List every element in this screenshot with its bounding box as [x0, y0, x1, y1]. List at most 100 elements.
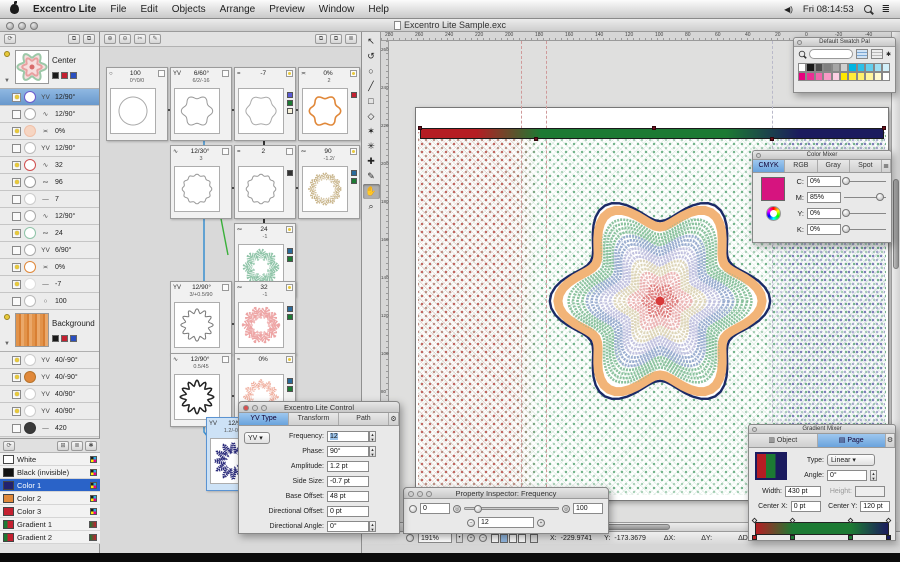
- field-value[interactable]: 48 pt: [327, 491, 369, 502]
- node-panel[interactable]: ∿12/30°3: [170, 145, 232, 219]
- tab-spot[interactable]: Spot: [850, 160, 882, 172]
- grid-view-button[interactable]: [871, 49, 883, 59]
- current-color-swatch[interactable]: [761, 177, 785, 201]
- node-color-badge[interactable]: [351, 170, 357, 176]
- layer-visibility-checkbox[interactable]: [12, 356, 21, 365]
- layer-visibility-checkbox[interactable]: [12, 161, 21, 170]
- menu-item-preview[interactable]: Preview: [269, 4, 305, 15]
- dialog-zoom-button[interactable]: [426, 491, 432, 497]
- node-color-badge[interactable]: [287, 378, 293, 384]
- tab-cmyk[interactable]: CMYK: [753, 160, 785, 172]
- node-panel[interactable]: YV12/90°3/+0.5/90: [170, 281, 232, 355]
- layer-row[interactable]: YV40/90°: [0, 386, 99, 403]
- gradient-stop-handle[interactable]: [886, 535, 891, 540]
- swatch-cell[interactable]: [823, 63, 831, 72]
- group-header-background[interactable]: ▼Background: [0, 310, 99, 352]
- node-panel[interactable]: ∿12/90°0.5/45: [170, 353, 232, 427]
- ellipse-tool[interactable]: ◇: [363, 109, 380, 124]
- layer-row[interactable]: YV40/-90°: [0, 369, 99, 386]
- node-toolbar-button[interactable]: ⊕: [104, 34, 116, 44]
- colors-toolbar-button[interactable]: ⟳: [3, 441, 15, 451]
- swatch-cell[interactable]: [806, 72, 814, 81]
- gradient-stop-handle[interactable]: [752, 535, 757, 540]
- layer-visibility-checkbox[interactable]: [12, 407, 21, 416]
- layers-toolbar-button[interactable]: ⟳: [4, 34, 16, 44]
- layer-row[interactable]: YV6/90°: [0, 242, 99, 259]
- color-wheel-icon[interactable]: [766, 206, 781, 221]
- group-color-swatch[interactable]: [70, 335, 77, 342]
- guide-line[interactable]: [521, 41, 522, 522]
- node-color-badge[interactable]: [351, 92, 357, 98]
- layer-visibility-checkbox[interactable]: [12, 229, 21, 238]
- gradient-bar[interactable]: [755, 522, 889, 535]
- swatch-cell[interactable]: [798, 63, 806, 72]
- field-value[interactable]: 0 pt: [327, 506, 369, 517]
- channel-value-field[interactable]: 0%: [807, 176, 841, 187]
- gradient-preview-swatch[interactable]: [755, 452, 787, 480]
- channel-slider[interactable]: [844, 213, 886, 214]
- collapse-icon[interactable]: ▼: [4, 341, 10, 347]
- layer-visibility-checkbox[interactable]: [12, 144, 21, 153]
- group-header-center[interactable]: ▼Center: [0, 47, 99, 89]
- selection-handle[interactable]: [534, 137, 538, 141]
- layer-visibility-checkbox[interactable]: [12, 195, 21, 204]
- color-list-item[interactable]: White: [0, 453, 100, 466]
- swatch-cell[interactable]: [848, 63, 856, 72]
- node-toolbar-button[interactable]: ⧉: [315, 34, 327, 44]
- height-field[interactable]: [855, 486, 885, 497]
- zoom-dropdown-arrow[interactable]: ▾: [456, 533, 463, 543]
- layer-visibility-checkbox[interactable]: [12, 110, 21, 119]
- current-value-field[interactable]: 12: [478, 517, 534, 528]
- swatch-cell[interactable]: [874, 63, 882, 72]
- node-visibility-checkbox[interactable]: [350, 148, 357, 155]
- select-tool[interactable]: ↖: [363, 34, 380, 49]
- swatch-cell[interactable]: [865, 63, 873, 72]
- selection-handle[interactable]: [418, 126, 422, 130]
- channel-slider[interactable]: [844, 197, 886, 198]
- node-color-badge[interactable]: [351, 178, 357, 184]
- zoom-level-field[interactable]: 191%: [418, 533, 452, 543]
- dialog-close-button[interactable]: [408, 491, 414, 497]
- node-panel[interactable]: ○1000°/0/0: [106, 67, 168, 141]
- layer-row[interactable]: ≍0%: [0, 259, 99, 276]
- collapse-icon[interactable]: ▼: [4, 78, 10, 84]
- swatch-cell[interactable]: [815, 63, 823, 72]
- channel-slider[interactable]: [844, 181, 886, 182]
- tab-overflow-icon[interactable]: ⚙: [886, 434, 895, 447]
- layer-row[interactable]: ∾24: [0, 225, 99, 242]
- group-color-swatch[interactable]: [70, 72, 77, 79]
- volume-icon[interactable]: ◀): [784, 5, 793, 14]
- layers-toolbar-button[interactable]: ⧉: [83, 34, 95, 44]
- node-panel[interactable]: YV6/60°6/2/-16: [170, 67, 232, 141]
- layer-row[interactable]: ∿32: [0, 157, 99, 174]
- channel-value-field[interactable]: 0%: [807, 208, 841, 219]
- node-panel[interactable]: =2: [234, 145, 296, 219]
- node-color-badge[interactable]: [287, 248, 293, 254]
- node-toolbar-button[interactable]: ✎: [149, 34, 161, 44]
- colors-toolbar-button[interactable]: ≣: [71, 441, 83, 451]
- notification-center-icon[interactable]: ≣: [882, 4, 890, 15]
- swatch-cell[interactable]: [840, 63, 848, 72]
- channel-slider-thumb[interactable]: [842, 177, 850, 185]
- window-titlebar[interactable]: Excentro Lite Sample.exc: [0, 19, 900, 32]
- swatch-search-input[interactable]: [809, 49, 853, 59]
- swatch-cell[interactable]: [882, 63, 890, 72]
- list-view-button[interactable]: [856, 49, 868, 59]
- bulb-icon[interactable]: [4, 314, 10, 320]
- node-color-badge[interactable]: [287, 386, 293, 392]
- layer-visibility-checkbox[interactable]: [12, 178, 21, 187]
- menu-item-file[interactable]: File: [110, 4, 126, 15]
- zoom-tool[interactable]: ⌕: [363, 199, 380, 214]
- node-panel[interactable]: ∾90-1.2/: [298, 145, 360, 219]
- field-stepper[interactable]: ▲▼: [369, 521, 376, 532]
- node-color-badge[interactable]: [287, 256, 293, 262]
- menu-clock[interactable]: Fri 08:14:53: [803, 4, 854, 15]
- color-list-item[interactable]: Black (invisible): [0, 466, 100, 479]
- node-visibility-checkbox[interactable]: [286, 70, 293, 77]
- max-value-field[interactable]: 100: [573, 503, 603, 514]
- swatch-cell[interactable]: [815, 72, 823, 81]
- swatch-cell[interactable]: [848, 72, 856, 81]
- slider-left-icon[interactable]: ◎: [453, 505, 461, 513]
- layer-row[interactable]: —420: [0, 420, 99, 437]
- layer-row[interactable]: ∿12/90°: [0, 208, 99, 225]
